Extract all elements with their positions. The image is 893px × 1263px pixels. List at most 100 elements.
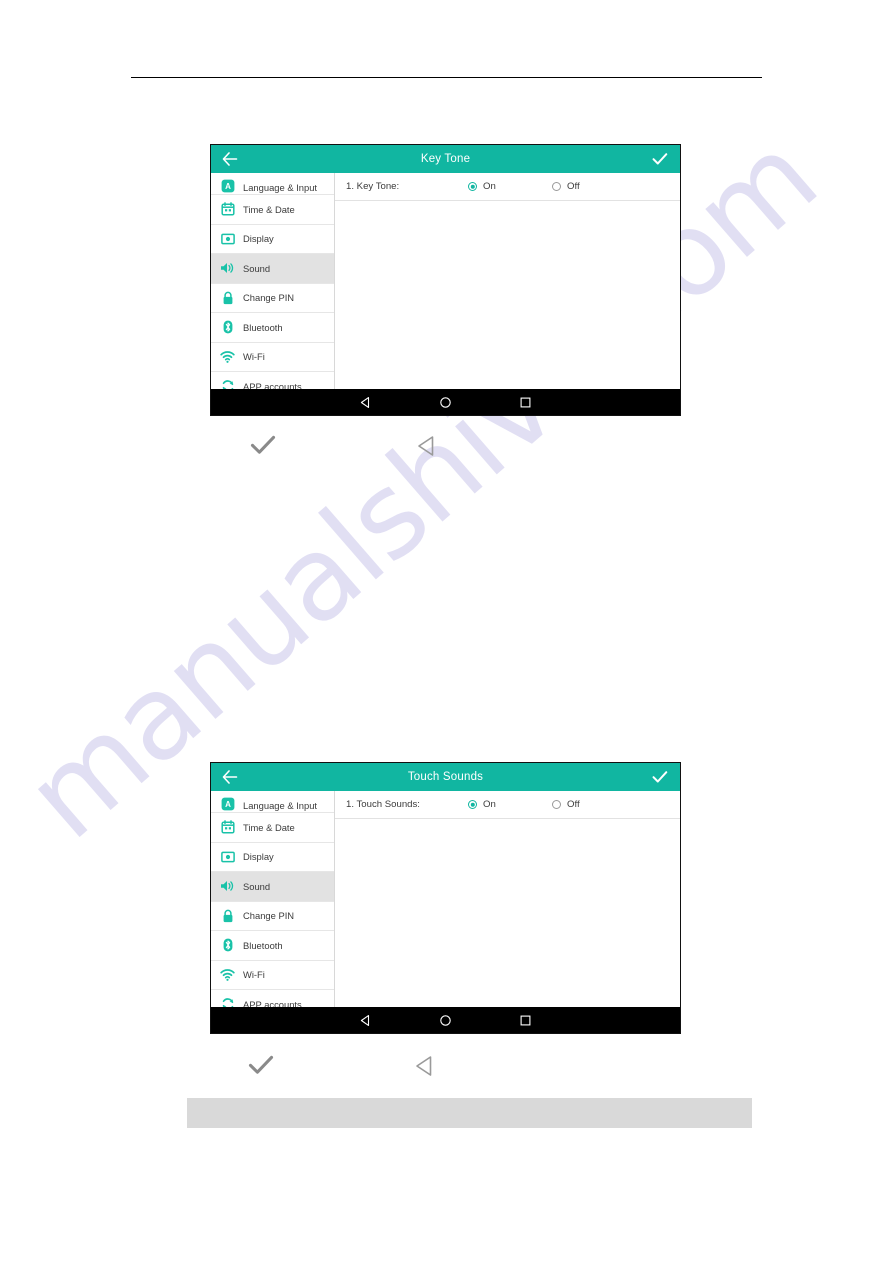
- sidebar-item-display[interactable]: Display: [211, 225, 334, 254]
- back-triangle-icon[interactable]: [355, 1009, 377, 1031]
- wifi-icon: [220, 967, 235, 982]
- screen-body: A Language & Input Time & Date Display S…: [211, 791, 680, 1007]
- sidebar-item-label: Bluetooth: [243, 939, 283, 951]
- sidebar-item-app-accounts[interactable]: APP accounts: [211, 372, 334, 389]
- sidebar-item-change-pin[interactable]: Change PIN: [211, 902, 334, 931]
- sidebar-item-change-pin[interactable]: Change PIN: [211, 284, 334, 313]
- radio-option-on[interactable]: On: [468, 181, 552, 192]
- phone-screen: Key Tone A Language & Input Time & Date …: [211, 145, 680, 415]
- radio-option-off[interactable]: Off: [552, 799, 636, 810]
- footer-bar: [187, 1098, 752, 1128]
- calendar-icon: [220, 820, 235, 835]
- setting-row-key-tone: 1. Key Tone: On Off: [335, 173, 680, 201]
- sidebar-item-bluetooth[interactable]: Bluetooth: [211, 313, 334, 343]
- setting-label: 1. Key Tone:: [346, 181, 400, 192]
- sidebar-item-label: APP accounts: [243, 998, 302, 1007]
- sidebar-item-label: Wi-Fi: [243, 969, 265, 981]
- device-screenshot-touch-sounds: Touch Sounds A Language & Input Time & D…: [210, 762, 681, 1034]
- display-icon: [220, 849, 235, 864]
- sync-icon: [220, 379, 235, 389]
- caption-icons-key-tone: [232, 430, 512, 464]
- lock-icon: [220, 290, 235, 305]
- calendar-icon: [220, 202, 235, 217]
- arrow-left-icon[interactable]: [221, 150, 239, 168]
- home-circle-icon[interactable]: [435, 1009, 457, 1031]
- setting-row-touch-sounds: 1. Touch Sounds: On Off: [335, 791, 680, 819]
- settings-sidebar[interactable]: A Language & Input Time & Date Display S…: [211, 791, 335, 1007]
- settings-sidebar[interactable]: A Language & Input Time & Date Display S…: [211, 173, 335, 389]
- sidebar-item-bluetooth[interactable]: Bluetooth: [211, 931, 334, 961]
- phone-screen: Touch Sounds A Language & Input Time & D…: [211, 763, 680, 1033]
- language-input-icon: A: [220, 178, 235, 193]
- sync-icon: [220, 997, 235, 1007]
- screen-body: A Language & Input Time & Date Display S…: [211, 173, 680, 389]
- sidebar-item-label: Wi-Fi: [243, 351, 265, 363]
- setting-label: 1. Touch Sounds:: [346, 799, 420, 810]
- screen-title: Touch Sounds: [407, 771, 484, 783]
- recents-square-icon[interactable]: [515, 391, 537, 413]
- sidebar-item-label: Change PIN: [243, 910, 295, 922]
- radio-label-on: On: [483, 181, 496, 192]
- sidebar-item-label: Change PIN: [243, 292, 295, 304]
- check-mark-icon: [248, 430, 278, 460]
- sidebar-item-label: Time & Date: [243, 203, 295, 215]
- radio-button-on[interactable]: [468, 182, 477, 191]
- android-navigation-bar: [211, 1007, 680, 1033]
- screen-titlebar: Touch Sounds: [211, 763, 680, 791]
- settings-content: 1. Touch Sounds: On Off: [335, 791, 680, 1007]
- radio-button-off[interactable]: [552, 800, 561, 809]
- display-icon: [220, 231, 235, 246]
- radio-label-off: Off: [567, 799, 580, 810]
- sidebar-item-label: Bluetooth: [243, 321, 283, 333]
- sidebar-item-language-input[interactable]: A Language & Input: [211, 791, 334, 813]
- device-screenshot-key-tone: Key Tone A Language & Input Time & Date …: [210, 144, 681, 416]
- caption-icons-touch-sounds: [230, 1050, 510, 1084]
- sidebar-item-label: Display: [243, 233, 274, 245]
- home-circle-icon[interactable]: [435, 391, 457, 413]
- back-triangle-outline-icon: [412, 431, 442, 461]
- sidebar-item-wifi[interactable]: Wi-Fi: [211, 343, 334, 372]
- recents-square-icon[interactable]: [515, 1009, 537, 1031]
- sidebar-item-label: APP accounts: [243, 380, 302, 389]
- sidebar-item-label: Language & Input: [243, 800, 318, 811]
- lock-icon: [220, 908, 235, 923]
- radio-button-on[interactable]: [468, 800, 477, 809]
- wifi-icon: [220, 349, 235, 364]
- radio-option-on[interactable]: On: [468, 799, 552, 810]
- check-icon[interactable]: [651, 768, 669, 786]
- radio-option-off[interactable]: Off: [552, 181, 636, 192]
- sidebar-item-label: Sound: [243, 880, 271, 892]
- radio-label-off: Off: [567, 181, 580, 192]
- sidebar-item-display[interactable]: Display: [211, 843, 334, 872]
- sidebar-item-label: Language & Input: [243, 182, 318, 193]
- bluetooth-icon: [220, 320, 235, 335]
- sidebar-item-sound[interactable]: Sound: [211, 254, 334, 284]
- sidebar-item-label: Display: [243, 851, 274, 863]
- sidebar-item-time-date[interactable]: Time & Date: [211, 195, 334, 225]
- sidebar-item-language-input[interactable]: A Language & Input: [211, 173, 334, 195]
- android-navigation-bar: [211, 389, 680, 415]
- header-rule: [131, 77, 762, 78]
- sidebar-item-time-date[interactable]: Time & Date: [211, 813, 334, 843]
- speaker-icon: [220, 879, 235, 894]
- radio-label-on: On: [483, 799, 496, 810]
- screen-titlebar: Key Tone: [211, 145, 680, 173]
- language-input-icon: A: [220, 796, 235, 811]
- settings-content: 1. Key Tone: On Off: [335, 173, 680, 389]
- check-mark-icon: [246, 1050, 276, 1080]
- check-icon[interactable]: [651, 150, 669, 168]
- arrow-left-icon[interactable]: [221, 768, 239, 786]
- back-triangle-icon[interactable]: [355, 391, 377, 413]
- bluetooth-icon: [220, 938, 235, 953]
- sidebar-item-wifi[interactable]: Wi-Fi: [211, 961, 334, 990]
- back-triangle-outline-icon: [410, 1051, 440, 1081]
- sidebar-item-sound[interactable]: Sound: [211, 872, 334, 902]
- radio-button-off[interactable]: [552, 182, 561, 191]
- sidebar-item-label: Time & Date: [243, 821, 295, 833]
- speaker-icon: [220, 261, 235, 276]
- svg-text:A: A: [225, 182, 231, 191]
- sidebar-item-app-accounts[interactable]: APP accounts: [211, 990, 334, 1007]
- svg-text:A: A: [225, 800, 231, 809]
- sidebar-item-label: Sound: [243, 262, 271, 274]
- screen-title: Key Tone: [420, 153, 471, 165]
